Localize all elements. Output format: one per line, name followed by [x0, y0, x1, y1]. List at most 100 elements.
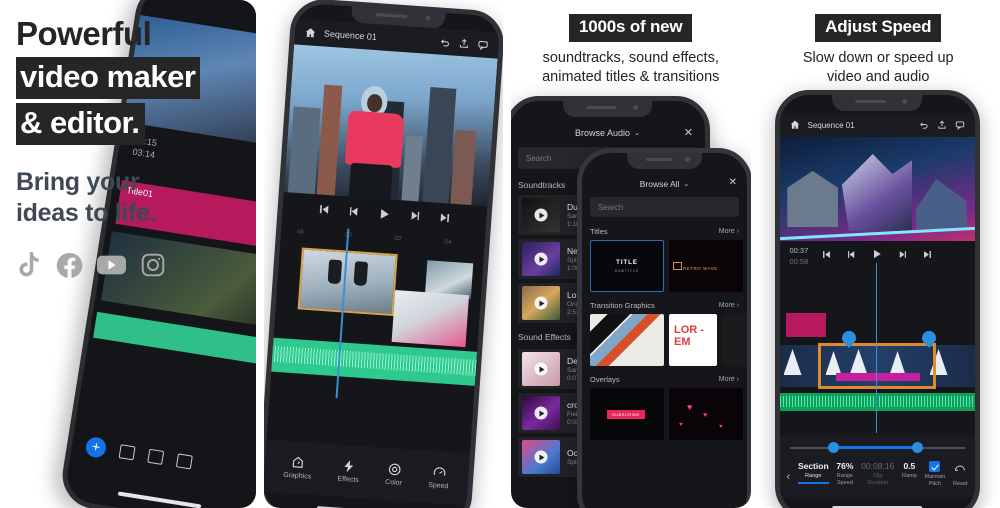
- search-input[interactable]: Search: [590, 197, 739, 217]
- panel3-caption: 1000s of new soundtracks, sound effects,…: [511, 0, 751, 87]
- control-label: Ramp: [902, 473, 917, 479]
- ruler-tick: -24: [441, 239, 452, 246]
- sequence-title: Sequence 01: [323, 28, 377, 43]
- overlay-card[interactable]: ♥ ♥ ♥ ♥: [669, 388, 743, 440]
- subheadline-line-1: Bring your: [16, 168, 140, 196]
- overlay-card[interactable]: SUBSCRIBE: [590, 388, 664, 440]
- control-range-speed[interactable]: 76% Range Speed: [836, 461, 853, 487]
- toolbar-label: Graphics: [282, 471, 311, 481]
- layers-icon[interactable]: [146, 448, 164, 465]
- back-chevron-icon[interactable]: ‹: [787, 471, 791, 483]
- control-reset[interactable]: Reset: [953, 461, 967, 488]
- play-button[interactable]: [376, 206, 391, 226]
- transition-card[interactable]: [590, 314, 664, 366]
- subheadline-line-2: ideas to life.: [16, 199, 157, 227]
- share-icon[interactable]: [937, 120, 947, 130]
- trim-icon[interactable]: [118, 444, 136, 461]
- more-link[interactable]: More ›: [719, 228, 739, 235]
- step-forward-button[interactable]: [407, 209, 421, 228]
- tiktok-icon[interactable]: [16, 251, 42, 279]
- control-value: 0.5: [903, 461, 916, 471]
- panel4-caption: Adjust Speed Slow down or speed up video…: [759, 0, 999, 87]
- control-value: 76%: [836, 461, 854, 471]
- caption-badge: 1000s of new: [569, 14, 693, 42]
- skip-start-button[interactable]: [316, 202, 330, 221]
- control-ramp[interactable]: 0.5 Ramp: [902, 461, 917, 480]
- transition-card[interactable]: [722, 314, 747, 366]
- chevron-down-icon[interactable]: ⌄: [683, 180, 689, 188]
- more-link[interactable]: More ›: [719, 376, 739, 383]
- step-forward-button[interactable]: [897, 247, 908, 265]
- skip-end-button[interactable]: [437, 211, 451, 230]
- home-icon[interactable]: [790, 120, 800, 130]
- section-title: Overlays: [590, 375, 620, 384]
- playhead[interactable]: [875, 263, 877, 433]
- toolbar-item-color[interactable]: Color: [384, 462, 402, 487]
- panel-browse-audio: 1000s of new soundtracks, sound effects,…: [511, 0, 751, 508]
- editor-topbar: Sequence 01: [779, 113, 975, 137]
- toolbar-item-speed[interactable]: Speed: [427, 465, 449, 490]
- comment-icon[interactable]: [955, 120, 965, 130]
- step-back-button[interactable]: [346, 205, 360, 224]
- close-icon[interactable]: ✕: [729, 177, 737, 188]
- slider-handle-left[interactable]: [828, 442, 839, 453]
- video-preview[interactable]: [283, 44, 498, 207]
- phone-bottom-toolbar: +: [68, 422, 255, 495]
- skip-start-button[interactable]: [821, 247, 832, 265]
- toolbar-item-effects[interactable]: Effects: [337, 459, 360, 484]
- control-value: 00:08:16: [861, 461, 895, 471]
- undo-icon[interactable]: [439, 36, 451, 48]
- audio-track[interactable]: [779, 393, 975, 411]
- slider-handle-right[interactable]: [912, 442, 923, 453]
- timeline-clip[interactable]: [391, 290, 469, 348]
- track-thumbnail: [522, 440, 560, 474]
- control-label: Clip Duration: [867, 473, 889, 486]
- play-button[interactable]: [871, 247, 883, 265]
- youtube-icon[interactable]: [97, 254, 126, 276]
- track-thumbnail: [522, 198, 560, 232]
- video-preview[interactable]: [779, 137, 975, 241]
- caption-badge: Adjust Speed: [815, 14, 942, 42]
- caption-line-2: video and audio: [827, 69, 930, 85]
- track-thumbnail: [522, 286, 560, 320]
- maintain-pitch-checkbox[interactable]: [929, 461, 941, 472]
- caption-subtitle: soundtracks, sound effects, animated tit…: [511, 49, 751, 87]
- headline-line-1: Powerful: [16, 15, 152, 52]
- home-icon[interactable]: [304, 27, 316, 39]
- toolbar-item-graphics[interactable]: Graphics: [282, 455, 312, 481]
- speed-indicator-bar: [835, 373, 920, 381]
- selected-clip[interactable]: [297, 247, 398, 316]
- title-clip[interactable]: [785, 313, 826, 337]
- browse-all-header[interactable]: Browse All ⌄: [582, 173, 747, 195]
- control-section-range[interactable]: Section Range: [798, 461, 829, 484]
- section-title: Soundtracks: [518, 180, 566, 190]
- skip-end-button[interactable]: [922, 247, 933, 265]
- transition-card[interactable]: LOR - EM: [669, 314, 717, 366]
- browse-audio-header[interactable]: Browse Audio ⌄: [511, 121, 705, 145]
- track-thumbnail: [522, 396, 560, 430]
- add-button[interactable]: +: [84, 435, 107, 459]
- social-icons: [16, 251, 256, 279]
- subject-figure: [340, 78, 410, 202]
- ruler-tick: -16: [294, 228, 304, 236]
- title-card[interactable]: [748, 240, 751, 292]
- share-icon[interactable]: [458, 37, 470, 49]
- instagram-icon[interactable]: [140, 252, 166, 278]
- close-icon[interactable]: ✕: [684, 126, 693, 139]
- phone-notch: [626, 153, 703, 169]
- speed-slider[interactable]: [789, 439, 965, 457]
- control-clip-duration[interactable]: 00:08:16 Clip Duration: [861, 461, 894, 487]
- comment-icon[interactable]: [477, 39, 489, 51]
- title-card[interactable]: TITLE SUBTITLE: [590, 240, 664, 292]
- browse-all-phone-mock: Browse All ⌄ ✕ Search Titles More › TITL…: [577, 148, 751, 508]
- overlay-card[interactable]: [748, 388, 751, 440]
- speed-phone-mock: Sequence 01 00:37 00:58 ‹ Section Range …: [774, 90, 980, 508]
- facebook-icon[interactable]: [56, 252, 83, 279]
- undo-icon[interactable]: [919, 120, 929, 130]
- export-icon[interactable]: [175, 453, 193, 470]
- title-card[interactable]: RETRO WAVE: [669, 240, 743, 292]
- step-back-button[interactable]: [846, 247, 857, 265]
- more-link[interactable]: More ›: [719, 302, 739, 309]
- control-maintain-pitch[interactable]: Maintain Pitch: [924, 461, 945, 488]
- chevron-down-icon[interactable]: ⌄: [634, 129, 640, 137]
